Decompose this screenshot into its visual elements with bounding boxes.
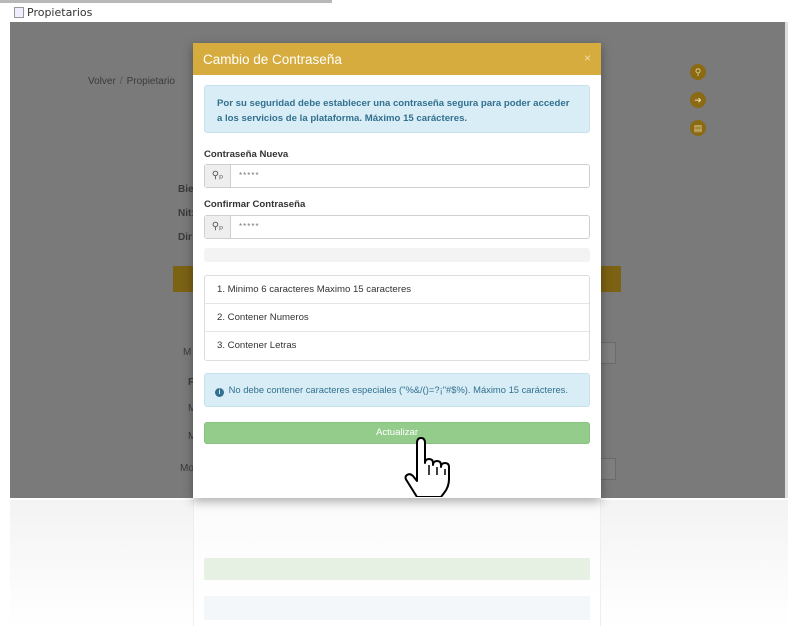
alert-reflection [204,596,590,620]
modal-header: Cambio de Contraseña × [193,43,601,75]
password-strength-bar [204,248,590,262]
screenshot-stage: Propietarios Volver / Propietario ⚲ ➜ ▤ Bi… [0,0,792,626]
card-icon[interactable]: ▤ [690,120,706,136]
breadcrumb-current: Propietario [126,76,175,87]
broken-image-icon [14,7,24,18]
new-password-group: ⚲ₚ [204,164,590,188]
bg-label-bie: Bie [178,184,194,195]
confirm-password-input[interactable] [239,216,579,238]
logout-icon[interactable]: ➜ [690,92,706,108]
key-icon: ⚲ₚ [205,165,231,187]
breadcrumb-back-link[interactable]: Volver [88,76,116,87]
new-password-input[interactable] [239,165,579,187]
broken-image-alt-text: Propietarios [27,6,93,19]
list-item: 1. Minimo 6 caracteres Maximo 15 caracte… [205,276,589,304]
search-icon[interactable]: ⚲ [690,64,706,80]
change-password-modal: Cambio de Contraseña × Por su seguridad … [193,43,601,498]
top-border-line [0,0,332,3]
special-chars-warning: i No debe contener caracteres especiales… [204,373,590,407]
breadcrumb-separator: / [119,76,123,87]
security-info-alert: Por su seguridad debe establecer una con… [204,85,590,133]
list-item: 3. Contener Letras [217,340,297,351]
confirm-password-label: Confirmar Contraseña [204,199,306,210]
list-item: 2. Contener Numeros [205,304,589,332]
info-icon: i [215,388,224,397]
modal-title: Cambio de Contraseña [203,52,342,67]
new-password-label: Contraseña Nueva [204,149,289,160]
update-button[interactable]: Actualizar [204,422,590,444]
breadcrumb: Volver / Propietario [88,76,175,87]
requirements-list: 1. Minimo 6 caracteres Maximo 15 caracte… [204,275,590,361]
bg-label-dir: Dir [178,232,192,243]
button-reflection [204,558,590,580]
bg-label-mo: Mo [180,463,194,474]
close-button[interactable]: × [584,51,591,65]
broken-image-label: Propietarios [14,6,92,19]
key-icon: ⚲ₚ [205,216,231,238]
bg-label-m1: M [183,347,192,358]
confirm-password-group: ⚲ₚ [204,215,590,239]
hand-pointer-cursor-icon [404,437,450,497]
warning-text: No debe contener caracteres especiales (… [228,384,568,395]
